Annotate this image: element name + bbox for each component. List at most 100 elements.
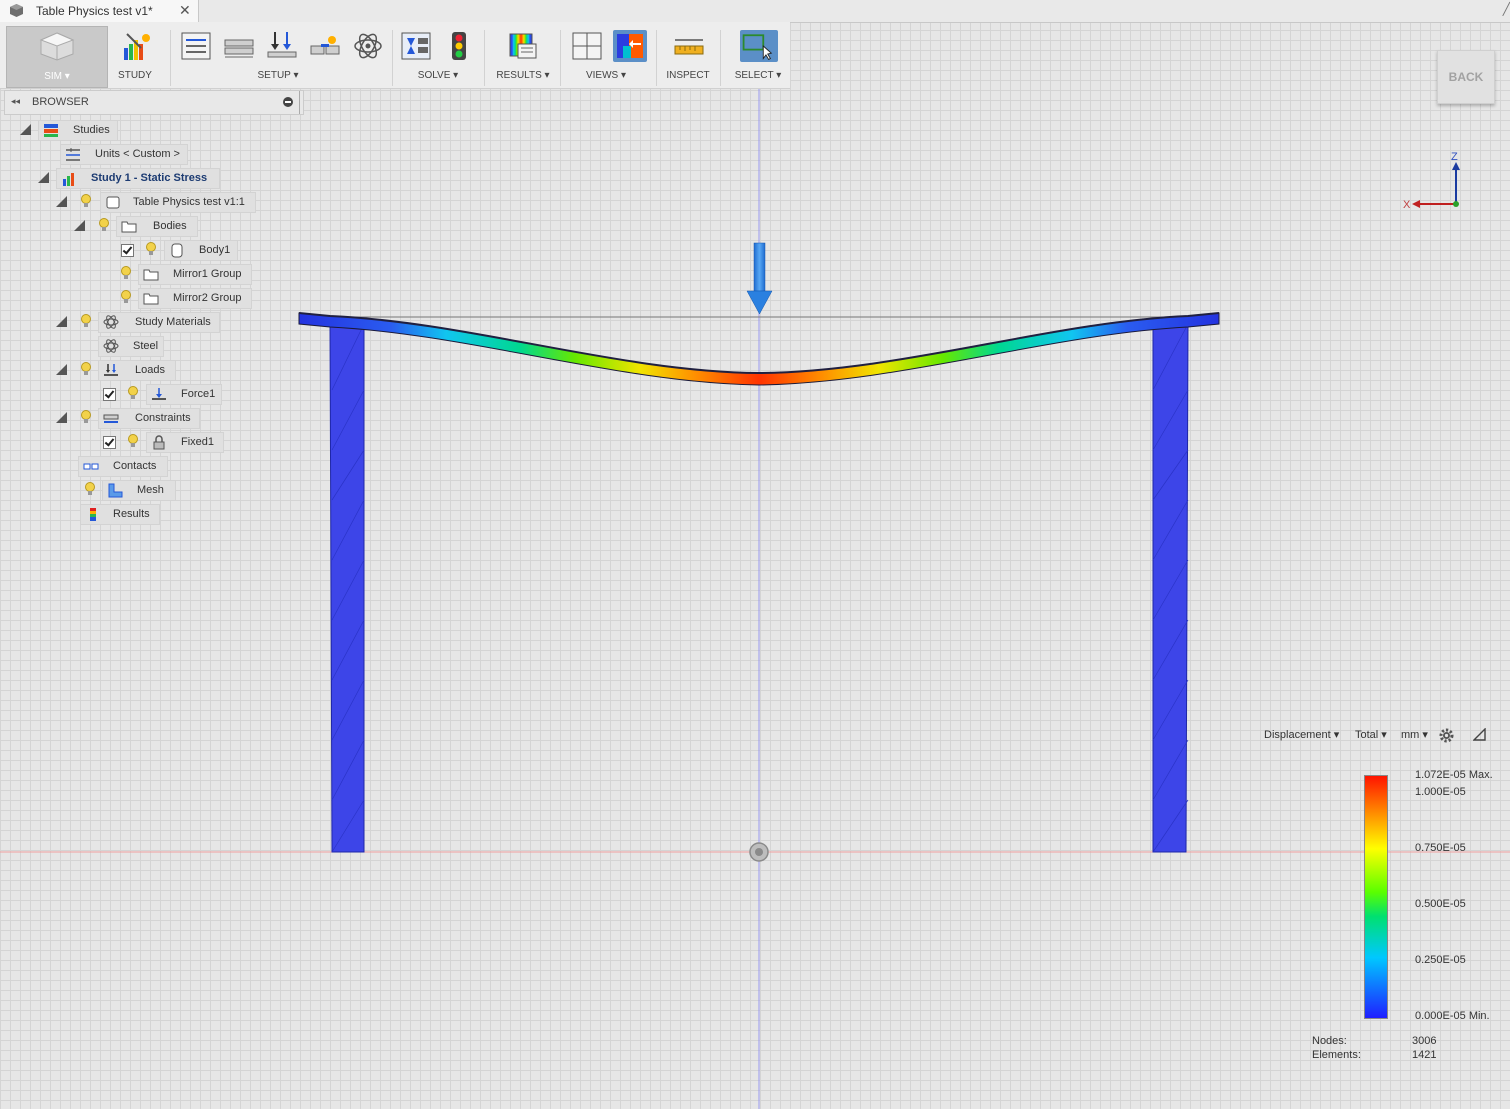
new-study-button[interactable] — [119, 30, 153, 62]
tree-item-units[interactable]: Units < Custom > — [60, 144, 188, 165]
measure-button[interactable] — [672, 30, 706, 62]
tree-item-bodies[interactable]: Bodies — [116, 216, 198, 237]
result-type-dropdown[interactable]: Displacement ▾ — [1264, 728, 1339, 741]
legend-tick: 0.250E-05 — [1415, 954, 1466, 966]
study-settings-button[interactable] — [179, 30, 213, 62]
tree-item-mesh[interactable]: Mesh — [102, 480, 176, 501]
tree-item-force1[interactable]: Force1 — [146, 384, 222, 405]
visibility-bulb-icon[interactable] — [121, 290, 131, 305]
tree-item-mirror1[interactable]: Mirror1 Group — [138, 264, 252, 285]
expand-constraints-icon[interactable] — [56, 412, 67, 423]
legend-min-label: 0.000E-05 Min. — [1415, 1010, 1490, 1022]
tree-item-results[interactable]: Results — [80, 504, 160, 525]
tree-item-body1[interactable]: Body1 — [164, 240, 238, 261]
unit-dropdown[interactable]: mm ▾ — [1401, 728, 1428, 741]
studies-icon — [44, 124, 58, 137]
tree-item-study-materials[interactable]: Study Materials — [98, 312, 220, 333]
tree-item-studies[interactable]: Studies — [38, 120, 118, 141]
loads-icon — [104, 364, 118, 376]
results-icon — [90, 508, 96, 521]
expand-loads-icon[interactable] — [56, 364, 67, 375]
expand-component-icon[interactable] — [56, 196, 67, 207]
expand-studies-icon[interactable] — [20, 124, 31, 135]
visibility-bulb-icon[interactable] — [81, 410, 91, 425]
contacts-button[interactable] — [308, 30, 342, 62]
pre-check-button[interactable] — [399, 30, 433, 62]
constraints-icon — [103, 414, 119, 423]
gear-icon[interactable] — [1438, 727, 1455, 744]
tree-item-contacts[interactable]: Contacts — [78, 456, 168, 477]
back-button[interactable]: BACK — [1437, 50, 1495, 104]
multi-view-button[interactable] — [570, 30, 604, 62]
fixed1-checkbox[interactable] — [103, 436, 116, 449]
folder-icon — [121, 221, 137, 233]
visibility-bulb-icon[interactable] — [85, 482, 95, 497]
solve-group-label[interactable]: SOLVE ▾ — [410, 70, 466, 81]
tree-item-mirror2[interactable]: Mirror2 Group — [138, 288, 252, 309]
workspace-switcher[interactable]: SIM ▾ — [6, 26, 108, 88]
mesh-icon — [108, 483, 123, 498]
document-title: Table Physics test v1* — [36, 4, 153, 18]
solve-button[interactable] — [442, 30, 476, 62]
force-arrow-icon[interactable] — [746, 242, 773, 315]
nodes-label: Nodes: — [1312, 1035, 1347, 1047]
visibility-bulb-icon[interactable] — [128, 386, 138, 401]
expand-bodies-icon[interactable] — [74, 220, 85, 231]
legend-tick: 1.000E-05 — [1415, 786, 1466, 798]
visibility-bulb-icon[interactable] — [128, 434, 138, 449]
materials-button[interactable] — [222, 30, 256, 62]
new-study-icon — [124, 33, 150, 60]
body1-checkbox[interactable] — [121, 244, 134, 257]
browser-title: BROWSER — [32, 96, 89, 108]
tree-item-study1[interactable]: Study 1 - Static Stress — [56, 168, 220, 189]
visibility-bulb-icon[interactable] — [146, 242, 156, 257]
materials-icon — [103, 315, 119, 329]
loads-button[interactable] — [265, 30, 299, 62]
document-cube-icon — [10, 4, 23, 17]
loads-icon — [267, 32, 297, 58]
traffic-light-icon — [452, 32, 466, 60]
axis-x-label: X — [1403, 199, 1411, 211]
visibility-bulb-icon[interactable] — [121, 266, 131, 281]
views-group-label[interactable]: VIEWS ▾ — [578, 70, 634, 81]
axis-z-label: Z — [1451, 151, 1458, 163]
expand-study1-icon[interactable] — [38, 172, 49, 183]
component-dropdown[interactable]: Total ▾ — [1355, 728, 1387, 741]
results-group-label[interactable]: RESULTS ▾ — [490, 70, 556, 81]
model-viewport[interactable]: Z X — [0, 0, 1510, 1109]
mesh-settings-button[interactable] — [351, 30, 385, 62]
legend-max-label: 1.072E-05 Max. — [1415, 769, 1493, 781]
select-button[interactable] — [740, 30, 778, 62]
tree-item-loads[interactable]: Loads — [98, 360, 176, 381]
collapse-browser-icon[interactable]: ◂◂ — [11, 96, 20, 107]
workspace-label: SIM ▾ — [44, 71, 70, 82]
body-icon — [171, 243, 183, 258]
tree-item-fixed1[interactable]: Fixed1 — [146, 432, 224, 453]
setup-group-label[interactable]: SETUP ▾ — [250, 70, 306, 81]
force1-checkbox[interactable] — [103, 388, 116, 401]
browser-resize-handle[interactable] — [299, 91, 303, 114]
tab-overflow-icon[interactable]: ╱ — [1503, 2, 1510, 16]
compare-view-button[interactable] — [613, 30, 647, 62]
component-icon — [106, 196, 120, 209]
minimize-browser-icon[interactable] — [283, 97, 293, 107]
visibility-bulb-icon[interactable] — [81, 362, 91, 377]
study-icon — [63, 173, 74, 186]
grid-view-icon — [572, 32, 602, 60]
close-tab-icon[interactable]: ✕ — [179, 2, 191, 19]
left-leg — [329, 323, 365, 853]
materials-icon — [224, 39, 254, 58]
tree-item-constraints[interactable]: Constraints — [98, 408, 200, 429]
document-tab[interactable]: Table Physics test v1* ✕ — [0, 0, 199, 22]
visibility-bulb-icon[interactable] — [81, 194, 91, 209]
expand-materials-icon[interactable] — [56, 316, 67, 327]
pre-check-icon — [401, 32, 431, 60]
visibility-bulb-icon[interactable] — [81, 314, 91, 329]
results-plot-icon — [509, 33, 537, 59]
select-group-label[interactable]: SELECT ▾ — [730, 70, 786, 81]
visibility-bulb-icon[interactable] — [99, 218, 109, 233]
results-button[interactable] — [506, 30, 540, 62]
tree-item-component[interactable]: Table Physics test v1:1 — [100, 192, 256, 213]
resize-legend-icon[interactable] — [1473, 728, 1486, 741]
tree-item-steel[interactable]: Steel — [98, 336, 164, 357]
